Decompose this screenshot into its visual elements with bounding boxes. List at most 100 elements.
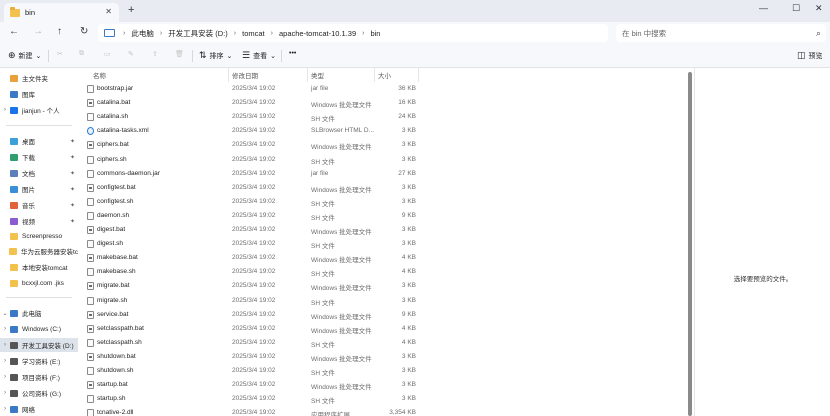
file-row[interactable]: ciphers.bat 2025/3/4 19:02 Windows 批处理文件 3 … [78, 138, 692, 152]
chevron-icon[interactable]: › [0, 358, 10, 364]
pin-icon[interactable]: ✦ [70, 154, 75, 161]
chevron-right-icon[interactable]: › [271, 30, 273, 37]
pin-icon[interactable]: ✦ [70, 186, 75, 193]
more-options-button[interactable]: ••• [289, 50, 296, 57]
cut-icon[interactable]: ✂ [57, 50, 63, 58]
breadcrumb-tomcat[interactable]: tomcat [242, 29, 265, 38]
pin-icon[interactable]: ✦ [70, 138, 75, 145]
sidebar-item[interactable]: 视频 ✦ [0, 214, 78, 228]
sidebar-item[interactable]: 音乐 ✦ [0, 198, 78, 212]
column-divider[interactable] [228, 68, 229, 82]
file-row[interactable]: tcnative-2.dll 2025/3/4 19:02 应用程序扩展 3,354 … [78, 406, 692, 416]
file-row[interactable]: makebase.bat 2025/3/4 19:02 Windows 批处理文件 4… [78, 251, 692, 265]
back-button[interactable]: ← [9, 26, 19, 37]
view-button[interactable]: ☰ 查看 ⌄ [242, 50, 276, 61]
chevron-right-icon[interactable]: › [160, 30, 162, 37]
minimize-button[interactable]: — [759, 3, 768, 13]
sidebar-item[interactable]: › jianjun - 个人 [0, 103, 78, 117]
sidebar-item[interactable]: Screenpresso [0, 229, 78, 243]
file-row[interactable]: configtest.bat 2025/3/4 19:02 Windows 批处理文… [78, 181, 692, 195]
chevron-right-icon[interactable]: › [234, 30, 236, 37]
sidebar-item[interactable]: › 开发工具安装 (D:) [0, 338, 78, 352]
breadcrumb-bin[interactable]: bin [370, 29, 380, 38]
file-row[interactable]: setclasspath.bat 2025/3/4 19:02 Windows 批处… [78, 322, 692, 336]
file-row[interactable]: shutdown.sh 2025/3/4 19:02 SH 文件 3 KB [78, 364, 692, 378]
breadcrumb-apache-tomcat[interactable]: apache-tomcat-10.1.39 [279, 29, 356, 38]
search-input[interactable]: 在 bin 中搜索 [622, 28, 816, 39]
sidebar-item[interactable]: 文档 ✦ [0, 166, 78, 180]
chevron-icon[interactable]: › [0, 374, 10, 380]
share-icon[interactable]: ⇪ [152, 50, 158, 58]
column-header-type[interactable]: 类型 [311, 70, 324, 80]
chevron-icon[interactable]: › [0, 326, 10, 332]
sidebar-item[interactable]: 本地安装tomcat [0, 260, 78, 274]
sidebar-item[interactable]: › 网络 [0, 402, 78, 416]
pin-icon[interactable]: ✦ [70, 170, 75, 177]
copy-icon[interactable]: ⧉ [79, 50, 84, 58]
sidebar-item[interactable]: 主文件夹 [0, 71, 78, 85]
delete-icon[interactable]: 🗑 [175, 50, 184, 58]
file-row[interactable]: migrate.bat 2025/3/4 19:02 Windows 批处理文件 3 … [78, 279, 692, 293]
sidebar-item[interactable]: bcxxjl.com .jks [0, 276, 78, 290]
column-header-date[interactable]: 修改日期 [232, 70, 258, 80]
file-row[interactable]: service.bat 2025/3/4 19:02 Windows 批处理文件 9 … [78, 308, 692, 322]
chevron-icon[interactable]: ⌄ [0, 310, 10, 317]
maximize-button[interactable]: ☐ [792, 3, 800, 14]
forward-button[interactable]: → [33, 26, 43, 37]
new-button[interactable]: ⊕ 新建 ⌄ [8, 50, 41, 61]
sidebar-item[interactable]: › 项目资料 (F:) [0, 370, 78, 384]
column-header-size[interactable]: 大小 [378, 70, 391, 80]
chevron-icon[interactable]: › [0, 342, 10, 348]
chevron-icon[interactable]: › [0, 406, 10, 412]
file-row[interactable]: setclasspath.sh 2025/3/4 19:02 SH 文件 4 KB [78, 336, 692, 350]
sidebar-item[interactable]: 华为云服务器安装tc [0, 244, 78, 258]
file-row[interactable]: startup.bat 2025/3/4 19:02 Windows 批处理文件 3 … [78, 378, 692, 392]
up-button[interactable]: ↑ [57, 26, 62, 37]
sort-button[interactable]: ⇅ 排序 ⌄ [199, 50, 232, 61]
pin-icon[interactable]: ✦ [70, 202, 75, 209]
paste-icon[interactable]: ▭ [104, 50, 111, 58]
sidebar-item[interactable]: ⌄ 此电脑 [0, 306, 78, 320]
file-row[interactable]: bootstrap.jar 2025/3/4 19:02 jar file 36 KB [78, 82, 692, 96]
column-divider[interactable] [374, 68, 375, 82]
breadcrumb-this-pc[interactable]: 此电脑 [131, 28, 154, 39]
column-header-name[interactable]: 名称 [93, 70, 106, 80]
file-row[interactable]: daemon.sh 2025/3/4 19:02 SH 文件 9 KB [78, 209, 692, 223]
file-row[interactable]: catalina.sh 2025/3/4 19:02 SH 文件 24 KB [78, 110, 692, 124]
file-row[interactable]: shutdown.bat 2025/3/4 19:02 Windows 批处理文件 3… [78, 350, 692, 364]
sidebar-item[interactable]: 桌面 ✦ [0, 134, 78, 148]
file-row[interactable]: configtest.sh 2025/3/4 19:02 SH 文件 3 KB [78, 195, 692, 209]
address-bar[interactable]: › 此电脑 › 开发工具安装 (D:) › tomcat › apache-to… [98, 24, 608, 42]
search-icon[interactable]: ⌕ [816, 28, 821, 39]
new-tab-button[interactable]: + [128, 5, 134, 16]
file-row[interactable]: digest.sh 2025/3/4 19:02 SH 文件 3 KB [78, 237, 692, 251]
file-row[interactable]: migrate.sh 2025/3/4 19:02 SH 文件 3 KB [78, 294, 692, 308]
column-divider[interactable] [307, 68, 308, 82]
file-row[interactable]: digest.bat 2025/3/4 19:02 Windows 批处理文件 3 K… [78, 223, 692, 237]
refresh-button[interactable]: ↻ [80, 26, 88, 37]
sidebar-item[interactable]: › 公司资料 (G:) [0, 386, 78, 400]
chevron-icon[interactable]: › [0, 390, 10, 396]
file-row[interactable]: commons-daemon.jar 2025/3/4 19:02 jar file… [78, 167, 692, 181]
file-row[interactable]: startup.sh 2025/3/4 19:02 SH 文件 3 KB [78, 392, 692, 406]
preview-button[interactable]: ◫ 预览 [797, 50, 823, 61]
sidebar-item[interactable]: 图库 [0, 87, 78, 101]
sidebar-item[interactable]: 下载 ✦ [0, 150, 78, 164]
file-row[interactable]: catalina-tasks.xml 2025/3/4 19:02 SLBrowse… [78, 124, 692, 138]
chevron-right-icon[interactable]: › [362, 30, 364, 37]
scrollbar[interactable] [688, 72, 692, 416]
rename-icon[interactable]: ✎ [128, 50, 134, 58]
file-row[interactable]: ciphers.sh 2025/3/4 19:02 SH 文件 3 KB [78, 153, 692, 167]
column-divider[interactable] [418, 68, 419, 82]
close-tab-icon[interactable]: ✕ [105, 7, 112, 16]
sidebar-item[interactable]: 图片 ✦ [0, 182, 78, 196]
close-window-button[interactable]: ✕ [815, 3, 823, 14]
chevron-icon[interactable]: › [0, 107, 10, 113]
breadcrumb-drive-d[interactable]: 开发工具安装 (D:) [168, 28, 228, 39]
sidebar-item[interactable]: › Windows (C:) [0, 322, 78, 336]
file-row[interactable]: catalina.bat 2025/3/4 19:02 Windows 批处理文件 1… [78, 96, 692, 110]
search-box[interactable]: 在 bin 中搜索 ⌕ [616, 24, 826, 42]
file-row[interactable]: makebase.sh 2025/3/4 19:02 SH 文件 4 KB [78, 265, 692, 279]
sidebar-item[interactable]: › 学习资料 (E:) [0, 354, 78, 368]
tab-bin[interactable]: bin ✕ [4, 3, 119, 22]
